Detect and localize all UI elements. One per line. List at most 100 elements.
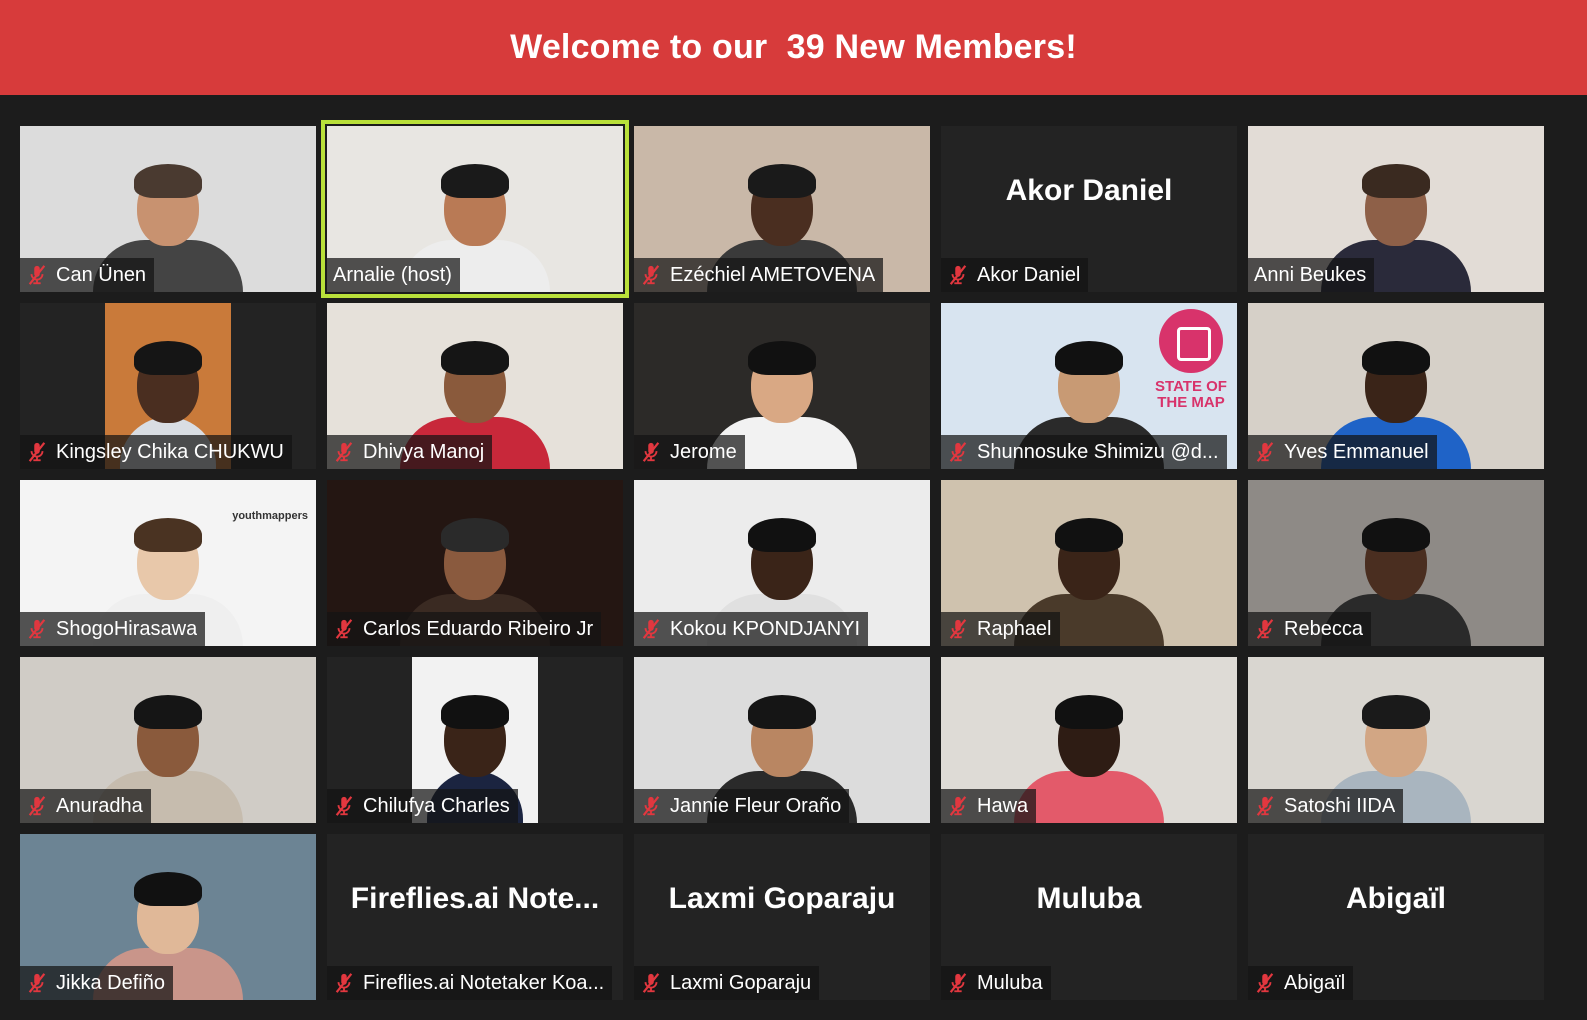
participant-nameplate: Abigaïl [1248,966,1354,1000]
participant-tile[interactable]: Rebecca [1248,480,1544,646]
participant-nameplate: Jerome [634,435,745,469]
participant-tile[interactable]: STATE OF THE MAP Shunnosuke Shimizu @d... [941,303,1237,469]
person-hair [441,341,509,375]
person-hair [748,164,816,198]
participant-tile[interactable]: Ezéchiel AMETOVENA [634,126,930,292]
mic-muted-icon [335,442,353,462]
participant-display-name: Laxmi Goparaju [668,882,896,915]
participant-name-label: Jerome [670,440,737,463]
participant-tile[interactable]: Muluba Muluba [941,834,1237,1000]
mic-muted-icon [335,619,353,639]
mic-muted-icon [1256,796,1274,816]
participant-tile[interactable]: Yves Emmanuel [1248,303,1544,469]
participant-nameplate: Yves Emmanuel [1248,435,1437,469]
participant-tile[interactable]: Jannie Fleur Oraño [634,657,930,823]
participant-name-label: Akor Daniel [977,263,1081,286]
person-hair [1055,341,1123,375]
participant-nameplate: Ezéchiel AMETOVENA [634,258,884,292]
participant-name-label: Kokou KPONDJANYI [670,617,861,640]
person-hair [748,695,816,729]
participant-tile[interactable]: Jerome [634,303,930,469]
participant-tile[interactable]: youthmappers ShogoHirasawa [20,480,316,646]
mic-muted-icon [949,796,967,816]
participant-nameplate: Dhivya Manoj [327,435,493,469]
participant-nameplate: Muluba [941,966,1051,1000]
participant-nameplate: Hawa [941,789,1037,823]
participant-tile[interactable]: Chilufya Charles [327,657,623,823]
mic-muted-icon [28,442,46,462]
participant-name-label: Satoshi IIDA [1284,794,1396,817]
participant-tile[interactable]: Arnalie (host) [321,120,629,298]
participant-name-label: Carlos Eduardo Ribeiro Jr [363,617,594,640]
participant-nameplate: Jannie Fleur Oraño [634,789,850,823]
participant-name-label: Fireflies.ai Notetaker Koa... [363,971,605,994]
person-hair [134,164,202,198]
participant-tile[interactable]: Can Ünen [20,126,316,292]
participant-tile[interactable]: Jikka Defiño [20,834,316,1000]
person-hair [441,695,509,729]
mic-muted-icon [28,619,46,639]
participant-tile[interactable]: Abigaïl Abigaïl [1248,834,1544,1000]
participant-tile[interactable]: Hawa [941,657,1237,823]
participant-name-label: Jikka Defiño [56,971,165,994]
participant-tile[interactable]: Kokou KPONDJANYI [634,480,930,646]
participant-name-label: Shunnosuke Shimizu @d... [977,440,1219,463]
person-hair [134,695,202,729]
mic-muted-icon [642,619,660,639]
person-hair [1362,341,1430,375]
participant-tile[interactable]: Akor Daniel Akor Daniel [941,126,1237,292]
mic-muted-icon [28,973,46,993]
participant-nameplate: ShogoHirasawa [20,612,206,646]
mic-muted-icon [1256,619,1274,639]
participant-nameplate: Carlos Eduardo Ribeiro Jr [327,612,602,646]
mic-muted-icon [642,796,660,816]
participant-tile[interactable]: Anni Beukes [1248,126,1544,292]
mic-muted-icon [949,973,967,993]
participant-tile[interactable]: Laxmi Goparaju Laxmi Goparaju [634,834,930,1000]
person-hair [134,872,202,906]
participant-tile[interactable]: Kingsley Chika CHUKWU [20,303,316,469]
person-hair [441,518,509,552]
mic-muted-icon [642,973,660,993]
participant-tile[interactable]: Carlos Eduardo Ribeiro Jr [327,480,623,646]
person-hair [1362,695,1430,729]
participant-name-label: Muluba [977,971,1043,994]
participant-tile[interactable]: Raphael [941,480,1237,646]
participant-name-label: Ezéchiel AMETOVENA [670,263,876,286]
participant-nameplate: Raphael [941,612,1060,646]
person-hair [1055,695,1123,729]
mic-muted-icon [28,265,46,285]
participant-nameplate: Laxmi Goparaju [634,966,820,1000]
participant-name-label: Anuradha [56,794,143,817]
participant-tile[interactable]: Fireflies.ai Note... Fireflies.ai Notetak… [327,834,623,1000]
mic-muted-icon [1256,442,1274,462]
person-hair [134,518,202,552]
participant-name-label: Abigaïl [1284,971,1346,994]
participant-name-label: Yves Emmanuel [1284,440,1429,463]
participant-nameplate: Anni Beukes [1248,258,1375,292]
participant-name-label: Laxmi Goparaju [670,971,812,994]
participant-name-label: Dhivya Manoj [363,440,485,463]
welcome-banner: Welcome to our 39 New Members! [0,0,1587,95]
participant-tile[interactable]: Satoshi IIDA [1248,657,1544,823]
mic-muted-icon [642,442,660,462]
participant-tile[interactable]: Dhivya Manoj [327,303,623,469]
participant-name-label: Anni Beukes [1254,263,1367,286]
state-of-the-map-logo: STATE OF THE MAP [1151,309,1231,429]
person-hair [1055,518,1123,552]
participant-name-label: Raphael [977,617,1052,640]
person-body [1014,771,1164,823]
mic-muted-icon [335,796,353,816]
participant-nameplate: Akor Daniel [941,258,1089,292]
person-hair [748,518,816,552]
participant-display-name: Muluba [1036,882,1142,915]
participant-display-name: Fireflies.ai Note... [350,882,600,915]
participant-tile[interactable]: Anuradha [20,657,316,823]
youthmappers-logo: youthmappers [232,510,308,522]
person-hair [748,341,816,375]
mic-muted-icon [949,619,967,639]
participant-nameplate: Kokou KPONDJANYI [634,612,869,646]
participant-name-label: Chilufya Charles [363,794,510,817]
mic-muted-icon [335,973,353,993]
participant-gallery: Can Ünen Arnalie (host) Ezéchiel AMETOVENA… [20,120,1544,1000]
